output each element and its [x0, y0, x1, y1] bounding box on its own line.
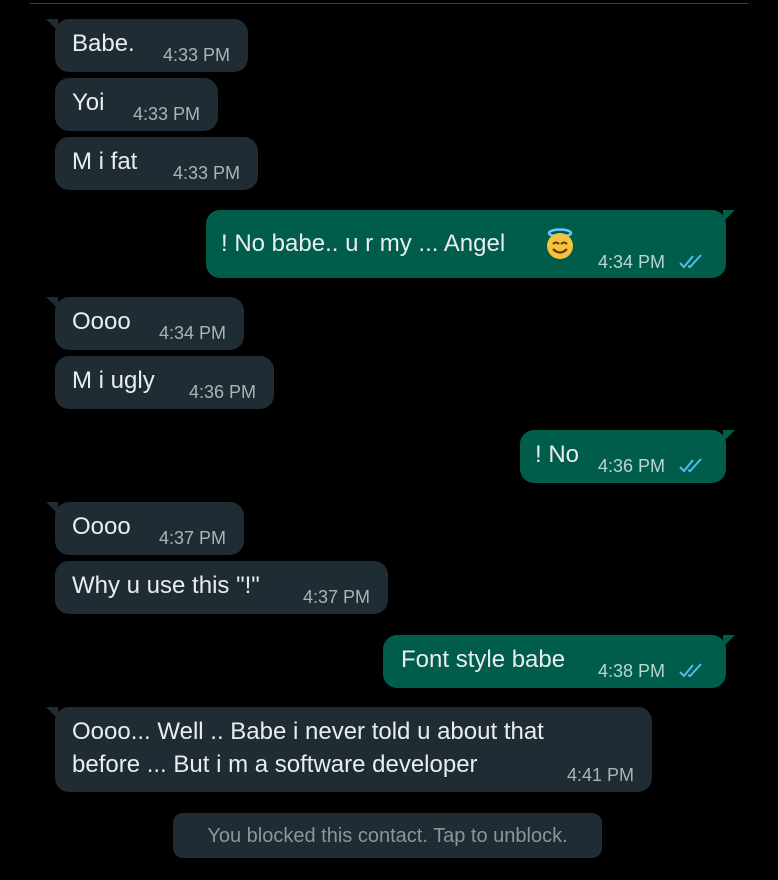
message-bubble-outgoing[interactable]: Font style babe 4:38 PM [383, 635, 735, 688]
message-time: 4:33 PM [133, 104, 201, 124]
message-text: M i ugly [72, 367, 155, 394]
bubble-tail [723, 210, 735, 222]
smiling-face-with-halo-icon [547, 228, 573, 259]
message-time: 4:36 PM [598, 456, 666, 476]
message-bubble-incoming[interactable]: M i fat 4:33 PM [55, 137, 258, 190]
message-text: M i fat [72, 148, 138, 175]
message-time: 4:37 PM [303, 587, 371, 607]
bubble-tail [46, 502, 58, 514]
bubble-tail [723, 635, 735, 647]
bubble-tail [46, 297, 58, 309]
message-time: 4:33 PM [163, 45, 231, 65]
message-text: ! No babe.. u r my ... Angel [221, 230, 506, 257]
read-receipt-double-check-icon [679, 254, 702, 269]
message-time: 4:38 PM [598, 661, 666, 681]
message-text-line-1: Oooo... Well .. Babe i never told u abou… [72, 718, 544, 745]
message-time: 4:37 PM [159, 528, 227, 548]
message-time: 4:34 PM [159, 323, 227, 343]
message-text: Yoi [72, 89, 105, 116]
message-bubble-incoming[interactable]: Oooo 4:37 PM [46, 502, 244, 555]
message-bubble-incoming[interactable]: M i ugly 4:36 PM [55, 356, 274, 409]
message-bubble-outgoing[interactable]: ! No babe.. u r my ... Angel 4:34 PM [206, 210, 735, 278]
header-divider [30, 3, 748, 4]
bubble-tail [723, 430, 735, 442]
message-text: Why u use this "!" [72, 572, 260, 599]
bubble-tail [46, 707, 58, 719]
message-bubble-incoming[interactable]: Oooo... Well .. Babe i never told u abou… [46, 707, 652, 792]
message-bubble-outgoing[interactable]: ! No 4:36 PM [520, 430, 735, 483]
message-bubble-incoming[interactable]: Babe. 4:33 PM [46, 19, 248, 72]
message-time: 4:41 PM [567, 765, 635, 785]
message-bubble-incoming[interactable]: Yoi 4:33 PM [55, 78, 218, 131]
message-text: Oooo [72, 308, 131, 335]
blocked-contact-notice[interactable]: You blocked this contact. Tap to unblock… [173, 813, 602, 858]
message-text: ! No [535, 441, 580, 468]
message-text: Oooo [72, 513, 131, 540]
blocked-contact-text: You blocked this contact. Tap to unblock… [207, 825, 568, 847]
message-time: 4:33 PM [173, 163, 241, 183]
message-bubble-incoming[interactable]: Oooo 4:34 PM [46, 297, 244, 350]
message-text: Babe. [72, 30, 135, 57]
read-receipt-double-check-icon [679, 663, 702, 678]
bubble-tail [46, 19, 58, 31]
message-bubble-incoming[interactable]: Why u use this "!" 4:37 PM [55, 561, 388, 614]
message-text: Font style babe [401, 646, 566, 673]
message-time: 4:34 PM [598, 252, 666, 272]
message-text-line-2: before ... But i m a software developer [72, 751, 478, 778]
message-time: 4:36 PM [189, 382, 257, 402]
read-receipt-double-check-icon [679, 458, 702, 473]
